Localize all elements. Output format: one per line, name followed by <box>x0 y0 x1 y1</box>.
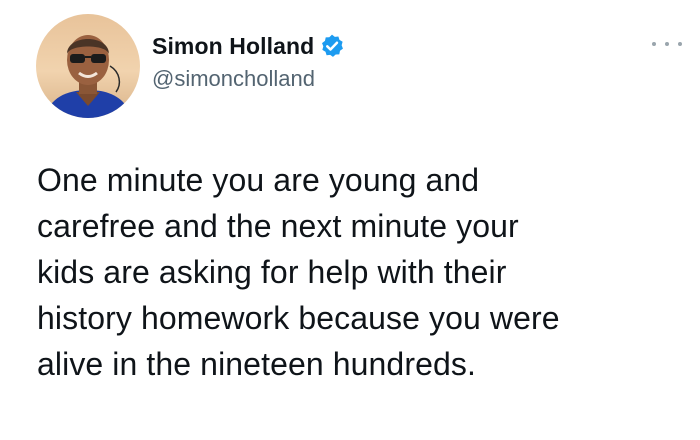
author-name-row: Simon Holland <box>152 30 345 62</box>
more-options-icon[interactable] <box>650 34 684 54</box>
tweet-text: One minute you are young and carefree an… <box>37 162 560 382</box>
author-handle[interactable]: @simoncholland <box>152 66 315 92</box>
avatar-image <box>36 14 140 118</box>
tweet-card: Simon Holland @simoncholland One minute … <box>0 0 700 440</box>
avatar[interactable] <box>36 14 140 118</box>
verified-badge-icon <box>319 33 345 59</box>
author-name[interactable]: Simon Holland <box>152 33 314 60</box>
